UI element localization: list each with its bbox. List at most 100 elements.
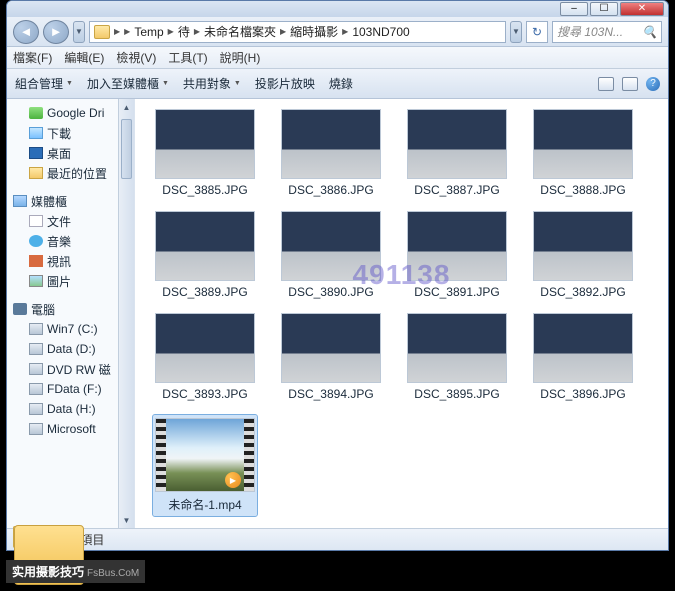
- sidebar-scrollbar[interactable]: ▲ ▼: [118, 99, 134, 528]
- menu-help[interactable]: 說明(H): [220, 49, 261, 66]
- scroll-thumb[interactable]: [121, 119, 132, 179]
- sidebar-header-computer[interactable]: 電腦: [13, 299, 134, 319]
- image-thumbnail: [407, 109, 507, 179]
- sidebar-item-videos[interactable]: 視訊: [13, 251, 134, 271]
- sidebar-item-desktop[interactable]: 桌面: [13, 143, 134, 163]
- sidebar-item-music[interactable]: 音樂: [13, 231, 134, 251]
- image-thumbnail: [281, 313, 381, 383]
- library-icon: [13, 195, 27, 207]
- view-options-icon[interactable]: [598, 77, 614, 91]
- file-name: DSC_3886.JPG: [288, 183, 373, 197]
- breadcrumb-item[interactable]: 103ND700: [338, 25, 410, 39]
- drive-icon: [29, 323, 43, 335]
- address-bar: ◄ ► ▼ ▶ Temp 待 未命名檔案夾 縮時攝影 103ND700 ▼ ↻ …: [7, 17, 668, 47]
- file-item[interactable]: DSC_3894.JPG: [279, 313, 383, 401]
- sidebar-item-dvd[interactable]: DVD RW 磁: [13, 359, 134, 379]
- file-grid[interactable]: 491138 DSC_3885.JPGDSC_3886.JPGDSC_3887.…: [135, 99, 668, 528]
- history-dropdown[interactable]: ▼: [73, 21, 85, 43]
- slideshow-button[interactable]: 投影片放映: [255, 75, 315, 92]
- desktop-icon: [29, 147, 43, 159]
- file-item[interactable]: DSC_3886.JPG: [279, 109, 383, 197]
- file-item[interactable]: DSC_3888.JPG: [531, 109, 635, 197]
- maximize-button[interactable]: ☐: [590, 2, 618, 16]
- sidebar-item-microsoft[interactable]: Microsoft: [13, 419, 134, 439]
- sidebar-header-libraries[interactable]: 媒體櫃: [13, 191, 134, 211]
- file-name: DSC_3895.JPG: [414, 387, 499, 401]
- computer-icon: [13, 303, 27, 315]
- navigation-pane[interactable]: Google Dri 下載 桌面 最近的位置 媒體櫃 文件 音樂 視訊 圖片 電…: [7, 99, 135, 528]
- sidebar-item-drive-h[interactable]: Data (H:): [13, 399, 134, 419]
- file-item[interactable]: DSC_3891.JPG: [405, 211, 509, 299]
- sidebar-item-drive-c[interactable]: Win7 (C:): [13, 319, 134, 339]
- menu-tools[interactable]: 工具(T): [168, 49, 207, 66]
- file-name: DSC_3889.JPG: [162, 285, 247, 299]
- file-item[interactable]: DSC_3893.JPG: [153, 313, 257, 401]
- preview-pane-icon[interactable]: [622, 77, 638, 91]
- minimize-button[interactable]: –: [560, 2, 588, 16]
- forward-button[interactable]: ►: [43, 20, 69, 44]
- back-button[interactable]: ◄: [13, 20, 39, 44]
- image-thumbnail: [155, 109, 255, 179]
- refresh-button[interactable]: ↻: [526, 21, 548, 43]
- sidebar-item-pictures[interactable]: 圖片: [13, 271, 134, 291]
- file-name: DSC_3893.JPG: [162, 387, 247, 401]
- file-item[interactable]: DSC_3895.JPG: [405, 313, 509, 401]
- close-button[interactable]: ✕: [620, 2, 664, 16]
- breadcrumb-item[interactable]: Temp: [120, 25, 164, 39]
- burn-button[interactable]: 燒錄: [329, 75, 353, 92]
- file-item[interactable]: ▶ 未命名-1.mp4: [153, 415, 257, 516]
- file-name: 未命名-1.mp4: [168, 496, 241, 513]
- scroll-up-icon[interactable]: ▲: [119, 99, 134, 115]
- image-thumbnail: [407, 211, 507, 281]
- file-name: DSC_3885.JPG: [162, 183, 247, 197]
- scroll-down-icon[interactable]: ▼: [119, 512, 134, 528]
- sidebar-item-drive-f[interactable]: FData (F:): [13, 379, 134, 399]
- search-input[interactable]: 搜尋 103N... 🔍: [552, 21, 662, 43]
- sidebar-item-documents[interactable]: 文件: [13, 211, 134, 231]
- sidebar-item-recent[interactable]: 最近的位置: [13, 163, 134, 183]
- menu-file[interactable]: 檔案(F): [13, 49, 52, 66]
- menu-bar: 檔案(F) 編輯(E) 檢視(V) 工具(T) 說明(H): [7, 47, 668, 69]
- file-name: DSC_3890.JPG: [288, 285, 373, 299]
- toolbar: 組合管理▼ 加入至媒體櫃▼ 共用對象▼ 投影片放映 燒錄 ?: [7, 69, 668, 99]
- image-thumbnail: [155, 211, 255, 281]
- share-button[interactable]: 共用對象▼: [183, 75, 241, 92]
- breadcrumb-item[interactable]: 待: [164, 23, 190, 40]
- breadcrumb-bar[interactable]: ▶ Temp 待 未命名檔案夾 縮時攝影 103ND700: [89, 21, 506, 43]
- file-name: DSC_3896.JPG: [540, 387, 625, 401]
- image-thumbnail: [281, 109, 381, 179]
- image-thumbnail: [281, 211, 381, 281]
- breadcrumb-item[interactable]: 縮時攝影: [276, 23, 338, 40]
- file-item[interactable]: DSC_3889.JPG: [153, 211, 257, 299]
- titlebar[interactable]: – ☐ ✕: [7, 1, 668, 17]
- sidebar-item-downloads[interactable]: 下載: [13, 123, 134, 143]
- sidebar-item-drive-d[interactable]: Data (D:): [13, 339, 134, 359]
- file-name: DSC_3894.JPG: [288, 387, 373, 401]
- image-thumbnail: [407, 313, 507, 383]
- include-button[interactable]: 加入至媒體櫃▼: [87, 75, 169, 92]
- organize-button[interactable]: 組合管理▼: [15, 75, 73, 92]
- play-icon: ▶: [225, 472, 241, 488]
- file-item[interactable]: DSC_3885.JPG: [153, 109, 257, 197]
- help-icon[interactable]: ?: [646, 77, 660, 91]
- picture-icon: [29, 275, 43, 287]
- search-icon: 🔍: [642, 25, 657, 39]
- menu-view[interactable]: 檢視(V): [116, 49, 156, 66]
- file-item[interactable]: DSC_3887.JPG: [405, 109, 509, 197]
- breadcrumb-item[interactable]: 未命名檔案夾: [190, 23, 276, 40]
- sidebar-item-googledrive[interactable]: Google Dri: [13, 103, 134, 123]
- dvd-icon: [29, 363, 43, 375]
- file-item[interactable]: DSC_3892.JPG: [531, 211, 635, 299]
- menu-edit[interactable]: 編輯(E): [64, 49, 104, 66]
- file-name: DSC_3892.JPG: [540, 285, 625, 299]
- document-icon: [29, 215, 43, 227]
- music-icon: [29, 235, 43, 247]
- drive-icon: [29, 343, 43, 355]
- file-name: DSC_3887.JPG: [414, 183, 499, 197]
- file-item[interactable]: DSC_3890.JPG: [279, 211, 383, 299]
- file-name: DSC_3891.JPG: [414, 285, 499, 299]
- video-icon: [29, 255, 43, 267]
- file-item[interactable]: DSC_3896.JPG: [531, 313, 635, 401]
- path-dropdown[interactable]: ▼: [510, 21, 522, 43]
- downloads-icon: [29, 127, 43, 139]
